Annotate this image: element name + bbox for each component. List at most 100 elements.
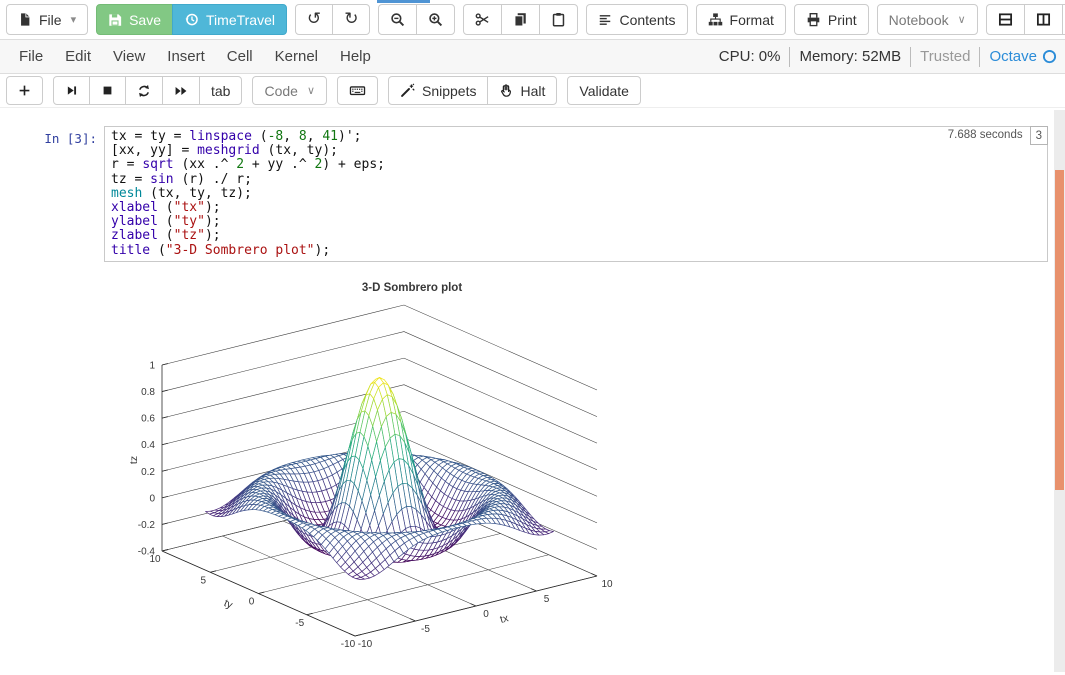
frame-type-label: Notebook: [889, 12, 949, 28]
frame-type-dropdown[interactable]: Notebook ∨: [877, 4, 978, 35]
validate-button[interactable]: Validate: [567, 76, 641, 105]
copy-button[interactable]: [501, 4, 540, 35]
svg-text:0.4: 0.4: [141, 440, 155, 451]
cell-type-label: Code: [264, 83, 297, 99]
paste-button[interactable]: [539, 4, 578, 35]
split-horizontal-icon: [998, 12, 1013, 27]
format-button[interactable]: Format: [696, 4, 786, 35]
copy-icon: [513, 12, 528, 27]
run-cell-button[interactable]: [53, 76, 90, 105]
tab-loading-indicator: [377, 0, 430, 3]
svg-text:10: 10: [601, 579, 613, 590]
snippets-label: Snippets: [422, 83, 476, 99]
cell-type-dropdown[interactable]: Code ∨: [252, 76, 327, 105]
clipboard-icon: [551, 12, 566, 27]
code-editor[interactable]: tx = ty = linspace (-8, 8, 41)';[xx, yy]…: [111, 130, 1041, 258]
file-menu-label: File: [39, 12, 62, 28]
cell-meta: 7.688 seconds 3: [941, 126, 1048, 145]
memory-usage: Memory: 52MB: [799, 48, 901, 65]
svg-text:-10: -10: [341, 639, 356, 650]
stop-button[interactable]: [89, 76, 126, 105]
notebook-area: In [3]: 7.688 seconds 3 tx = ty = linspa…: [0, 108, 1065, 670]
redo-button[interactable]: ↻: [332, 4, 370, 35]
save-icon: [108, 13, 122, 27]
run-all-button[interactable]: [162, 76, 200, 105]
scrollbar-track[interactable]: [1054, 110, 1065, 672]
restart-kernel-button[interactable]: [125, 76, 163, 105]
print-label: Print: [828, 12, 857, 28]
trusted-badge: Trusted: [920, 48, 970, 65]
stop-icon: [101, 84, 114, 97]
snippets-button[interactable]: Snippets: [388, 76, 488, 105]
output-plot: -10-50510-10-50510-0.4-0.200.20.40.60.81…: [105, 276, 705, 670]
svg-text:0: 0: [483, 609, 489, 620]
chevron-down-icon: ∨: [307, 84, 315, 97]
tab-complete-button[interactable]: tab: [199, 76, 242, 105]
keyboard-shortcuts-button[interactable]: [337, 76, 378, 105]
cell-input[interactable]: 7.688 seconds 3 tx = ty = linspace (-8, …: [104, 126, 1048, 262]
svg-text:1: 1: [149, 360, 155, 371]
divider: [789, 47, 790, 67]
scrollbar-thumb[interactable]: [1055, 170, 1064, 490]
svg-text:0.6: 0.6: [141, 413, 155, 424]
divider: [979, 47, 980, 67]
menu-kernel[interactable]: Kernel: [264, 48, 329, 65]
scissors-icon: [475, 12, 490, 27]
chevron-down-icon: ∨: [958, 13, 966, 26]
menu-bar: File Edit View Insert Cell Kernel Help C…: [0, 40, 1065, 74]
svg-text:0.2: 0.2: [141, 467, 155, 478]
timetravel-label: TimeTravel: [206, 12, 275, 28]
halt-button[interactable]: Halt: [487, 76, 557, 105]
sitemap-icon: [708, 12, 723, 27]
split-vertical-icon: [1036, 12, 1051, 27]
insert-cell-button[interactable]: [6, 76, 43, 105]
file-icon: [18, 12, 32, 27]
redo-icon: ↻: [344, 11, 358, 28]
zoom-out-icon: [390, 12, 405, 27]
top-toolbar: File ▾ Save TimeTravel ↺ ↻: [0, 0, 1065, 40]
kernel-label: Octave: [989, 48, 1037, 65]
cut-button[interactable]: [463, 4, 502, 35]
menu-view[interactable]: View: [102, 48, 156, 65]
save-label: Save: [129, 12, 161, 28]
contents-label: Contents: [619, 12, 675, 28]
caret-down-icon: ▾: [71, 13, 77, 26]
timetravel-button[interactable]: TimeTravel: [172, 4, 287, 35]
kernel-status: CPU: 0% Memory: 52MB Trusted Octave: [719, 47, 1057, 67]
save-button[interactable]: Save: [96, 4, 173, 35]
split-vertical-button[interactable]: [1024, 4, 1063, 35]
menu-file[interactable]: File: [8, 48, 54, 65]
execution-time: 7.688 seconds: [941, 126, 1030, 145]
file-menu-button[interactable]: File ▾: [6, 4, 88, 35]
menu-cell[interactable]: Cell: [216, 48, 264, 65]
svg-text:-10: -10: [358, 639, 373, 650]
svg-text:0: 0: [149, 493, 155, 504]
zoom-in-icon: [428, 12, 443, 27]
svg-text:tz: tz: [128, 456, 140, 464]
undo-button[interactable]: ↺: [295, 4, 333, 35]
menu-help[interactable]: Help: [329, 48, 382, 65]
svg-text:tx: tx: [499, 612, 511, 626]
svg-text:-0.4: -0.4: [138, 546, 156, 557]
print-icon: [806, 12, 821, 27]
zoom-out-button[interactable]: [378, 4, 417, 35]
svg-text:-5: -5: [421, 624, 430, 635]
undo-icon: ↺: [307, 11, 321, 28]
menu-edit[interactable]: Edit: [54, 48, 102, 65]
refresh-icon: [137, 84, 151, 98]
split-horizontal-button[interactable]: [986, 4, 1025, 35]
tab-label: tab: [211, 83, 230, 99]
code-cell: In [3]: 7.688 seconds 3 tx = ty = linspa…: [0, 126, 1065, 262]
zoom-in-button[interactable]: [416, 4, 455, 35]
magic-wand-icon: [400, 83, 415, 98]
contents-button[interactable]: Contents: [586, 4, 687, 35]
validate-label: Validate: [579, 83, 629, 99]
svg-text:-5: -5: [295, 618, 304, 629]
menu-insert[interactable]: Insert: [156, 48, 216, 65]
print-button[interactable]: Print: [794, 4, 869, 35]
hand-icon: [499, 83, 513, 98]
contents-icon: [598, 13, 612, 27]
divider: [910, 47, 911, 67]
svg-text:3-D Sombrero plot: 3-D Sombrero plot: [362, 282, 462, 294]
kernel-name[interactable]: Octave: [989, 48, 1057, 65]
